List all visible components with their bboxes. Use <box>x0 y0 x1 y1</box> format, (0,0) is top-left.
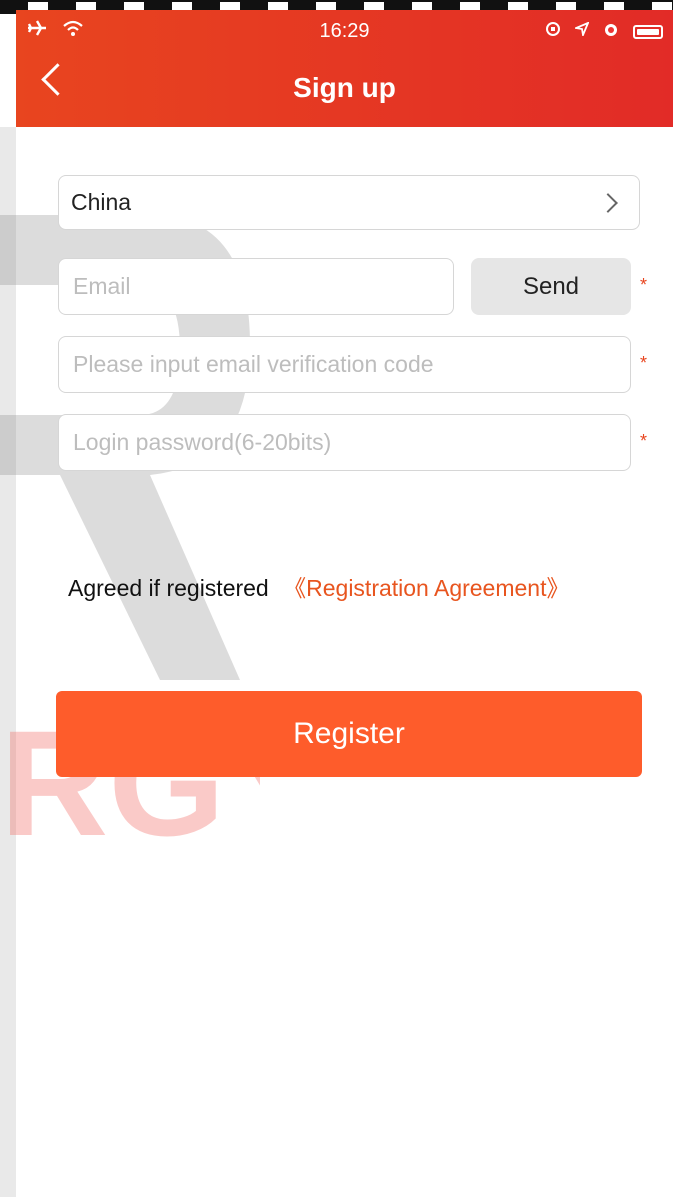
verification-code-field[interactable] <box>58 336 631 393</box>
register-button[interactable]: Register <box>56 691 642 777</box>
app-header: 16:29 Sign up <box>16 10 673 127</box>
chevron-right-icon <box>598 193 618 213</box>
page-title: Sign up <box>293 72 396 103</box>
country-value: China <box>71 189 132 215</box>
agreement-line: Agreed if registered 《Registration Agree… <box>68 569 569 603</box>
email-input[interactable] <box>71 272 453 301</box>
required-mark: * <box>640 353 648 373</box>
required-mark: * <box>640 275 648 295</box>
password-input[interactable] <box>71 428 630 457</box>
registration-agreement-link[interactable]: 《Registration Agreement》 <box>283 575 569 601</box>
alarm-icon <box>603 21 619 42</box>
lock-rotation-icon <box>545 21 561 42</box>
status-bar: 16:29 <box>16 10 673 50</box>
left-edge <box>0 127 16 1197</box>
verification-code-input[interactable] <box>71 350 630 379</box>
email-field[interactable] <box>58 258 454 315</box>
agreement-text: Agreed if registered <box>68 575 269 601</box>
required-mark: * <box>640 431 648 451</box>
send-code-button[interactable]: Send <box>471 258 631 315</box>
password-field[interactable] <box>58 414 631 471</box>
location-icon <box>572 21 590 41</box>
battery-icon <box>633 24 663 39</box>
country-selector[interactable]: China <box>58 175 640 230</box>
